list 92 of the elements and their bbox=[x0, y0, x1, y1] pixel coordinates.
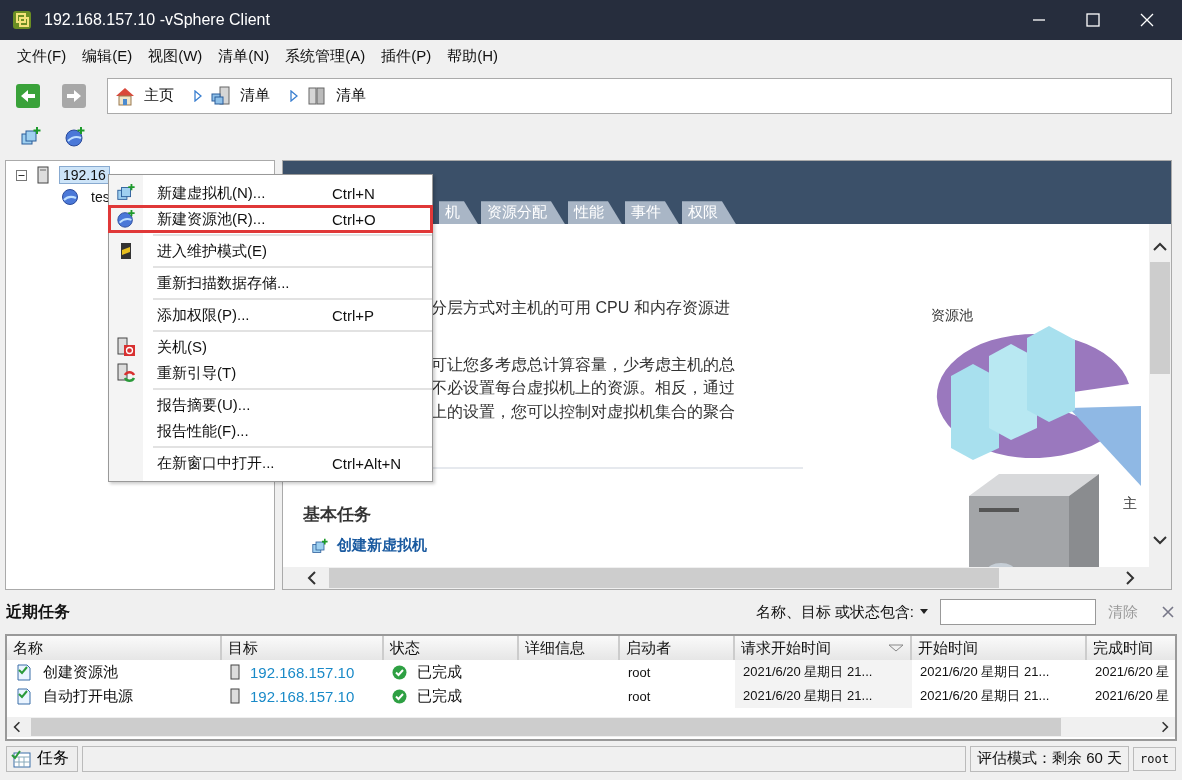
menu-item[interactable]: 新建资源池(R)... Ctrl+O bbox=[109, 206, 432, 233]
scroll-thumb[interactable] bbox=[1150, 262, 1170, 375]
scroll-up-icon[interactable] bbox=[1153, 242, 1167, 253]
task-list-icon bbox=[11, 749, 31, 768]
table-cell: 创建资源池 bbox=[43, 662, 118, 682]
description-text: 可让您多考虑总计算容量，少考虑主机的总 bbox=[431, 354, 736, 375]
scroll-right-icon[interactable] bbox=[1161, 721, 1169, 734]
collapse-icon[interactable] bbox=[16, 169, 27, 181]
task-link[interactable]: 创建新虚拟机 bbox=[337, 536, 427, 556]
description-text: 分层方式对主机的可用 CPU 和内存资源进 bbox=[431, 298, 731, 319]
column-header[interactable]: 请求开始时间 bbox=[735, 636, 912, 661]
maintenance-icon bbox=[120, 242, 132, 261]
menu-item[interactable]: 重新引导(T) bbox=[109, 360, 432, 387]
menu-item[interactable]: 重新扫描数据存储... bbox=[109, 270, 432, 297]
table-cell[interactable]: 192.168.157.10 bbox=[250, 687, 355, 705]
tasks-button[interactable]: 任务 bbox=[6, 745, 78, 772]
column-header[interactable]: 状态 bbox=[384, 636, 519, 661]
app-logo-icon bbox=[12, 9, 32, 30]
table-cell: root bbox=[628, 664, 651, 680]
reboot-icon bbox=[116, 363, 136, 384]
filter-label: 名称、目标 或状态包含: bbox=[755, 602, 914, 622]
window-title: 192.168.157.10 -vSphere Client bbox=[44, 10, 271, 29]
filter-field[interactable] bbox=[940, 599, 1096, 626]
column-header[interactable]: 开始时间 bbox=[912, 636, 1087, 661]
scroll-left-icon[interactable] bbox=[13, 721, 21, 734]
dropdown-caret-icon[interactable] bbox=[920, 609, 928, 616]
horizontal-scrollbar[interactable] bbox=[7, 717, 1175, 738]
diagram-label: 主 bbox=[1123, 495, 1137, 512]
success-icon bbox=[392, 688, 407, 704]
back-icon[interactable] bbox=[15, 82, 41, 109]
menu-item[interactable]: 清单(N) bbox=[210, 44, 278, 68]
menu-item[interactable]: 报告性能(F)... bbox=[109, 418, 432, 445]
table-cell: 2021/6/20 星期日 21... bbox=[920, 687, 1050, 706]
table-cell: 2021/6/20 星 bbox=[1095, 663, 1170, 682]
menu-item[interactable]: 关机(S) bbox=[109, 334, 432, 361]
scroll-thumb[interactable] bbox=[329, 568, 999, 589]
maximize-icon[interactable] bbox=[1086, 12, 1100, 27]
section-heading: 基本任务 bbox=[303, 504, 372, 527]
license-status: 评估模式：剩余 60 天 bbox=[970, 745, 1130, 772]
scroll-right-icon[interactable] bbox=[1125, 571, 1135, 586]
menu-item[interactable]: 编辑(E) bbox=[74, 44, 141, 68]
menu-item[interactable]: 报告摘要(U)... bbox=[109, 392, 432, 419]
host-icon bbox=[37, 166, 49, 185]
panel-title: 近期任务 bbox=[6, 601, 70, 622]
table-cell: 2021/6/20 星期日 21... bbox=[920, 663, 1050, 682]
server-icon bbox=[306, 84, 328, 107]
inventory-icon bbox=[210, 84, 232, 107]
new-pool-icon[interactable] bbox=[64, 126, 86, 149]
scroll-down-icon[interactable] bbox=[1153, 535, 1167, 546]
new-vm-icon bbox=[311, 537, 329, 554]
diagram-label: 资源池 bbox=[931, 307, 973, 324]
breadcrumb-link[interactable]: 清单 bbox=[336, 86, 366, 106]
table-cell: root bbox=[628, 688, 651, 704]
success-icon bbox=[392, 664, 407, 680]
column-header[interactable]: 完成时间 bbox=[1087, 636, 1175, 661]
menu-item[interactable]: 新建虚拟机(N)... Ctrl+N bbox=[109, 180, 432, 207]
tree-item[interactable]: 192.16 bbox=[59, 166, 110, 185]
column-header[interactable]: 目标 bbox=[222, 636, 384, 661]
triangle-icon bbox=[194, 89, 202, 102]
breadcrumb-link[interactable]: 主页 bbox=[144, 86, 174, 106]
table-cell: 2021/6/20 星期日 21... bbox=[743, 687, 873, 706]
host-icon bbox=[230, 664, 240, 681]
task-icon bbox=[15, 663, 33, 682]
host-icon bbox=[230, 688, 240, 705]
new-pool-icon bbox=[116, 209, 136, 230]
horizontal-scrollbar[interactable] bbox=[283, 567, 1171, 590]
task-icon bbox=[15, 687, 33, 706]
menu-item[interactable]: 在新窗口中打开... Ctrl+Alt+N bbox=[109, 450, 432, 477]
scroll-thumb[interactable] bbox=[31, 718, 1061, 737]
breadcrumb-link[interactable]: 清单 bbox=[240, 86, 270, 106]
column-header[interactable]: 启动者 bbox=[620, 636, 735, 661]
table-cell[interactable]: 192.168.157.10 bbox=[250, 663, 355, 681]
vertical-scrollbar[interactable] bbox=[1149, 224, 1171, 568]
column-header[interactable]: 名称 bbox=[7, 636, 222, 661]
menu-item[interactable]: 文件(F) bbox=[9, 44, 75, 68]
table-cell: 2021/6/20 星 bbox=[1095, 687, 1170, 706]
menu-item[interactable]: 系统管理(A) bbox=[277, 44, 374, 68]
menu-item[interactable]: 帮助(H) bbox=[439, 44, 506, 68]
table-cell: 自动打开电源 bbox=[43, 686, 133, 706]
column-header[interactable]: 详细信息 bbox=[519, 636, 620, 661]
resource-pool-icon bbox=[61, 188, 79, 207]
menu-item[interactable]: 插件(P) bbox=[373, 44, 440, 68]
menu-item[interactable]: 进入维护模式(E) bbox=[109, 238, 432, 265]
power-off-icon bbox=[116, 337, 136, 358]
table-cell: 2021/6/20 星期日 21... bbox=[743, 663, 873, 682]
triangle-icon bbox=[290, 89, 298, 102]
user-name: root bbox=[1133, 746, 1176, 771]
scroll-left-icon[interactable] bbox=[307, 571, 317, 586]
table-cell: 已完成 bbox=[417, 662, 462, 682]
menu-item[interactable]: 视图(W) bbox=[140, 44, 211, 68]
table-cell: 已完成 bbox=[417, 686, 462, 706]
menu-item[interactable]: 添加权限(P)... Ctrl+P bbox=[109, 302, 432, 329]
